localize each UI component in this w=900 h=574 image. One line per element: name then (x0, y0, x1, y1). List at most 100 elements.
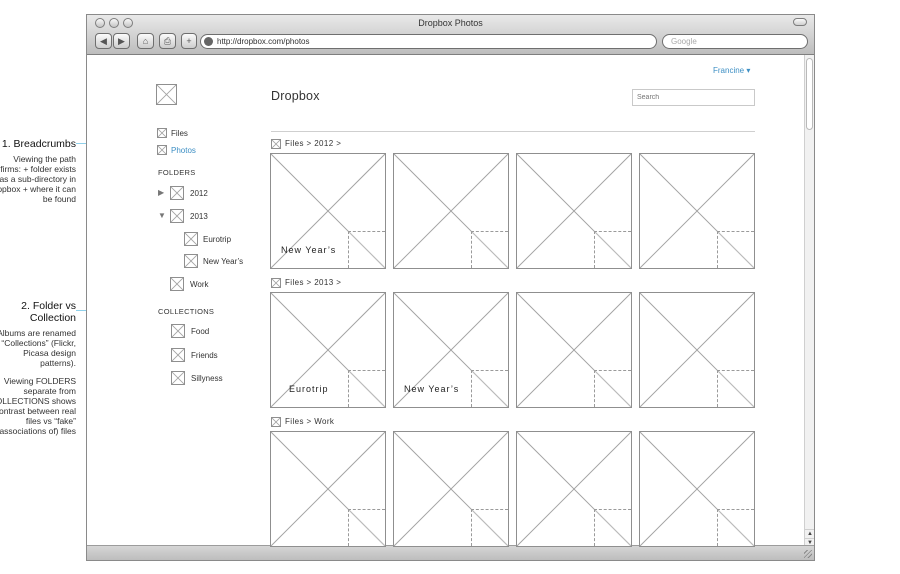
collection-item-food[interactable]: Food (171, 324, 251, 339)
collection-label: Friends (191, 351, 218, 360)
collection-icon (171, 371, 185, 385)
annotation-folder-vs-collection: 2. Folder vs Collection Albums are renam… (0, 300, 76, 444)
status-bar (87, 545, 814, 560)
home-button[interactable]: ⌂ (137, 33, 154, 49)
folder-icon (271, 278, 281, 288)
photo-thumbnail[interactable] (516, 292, 632, 408)
thumbnail-stack-corner (471, 231, 508, 268)
thumbnail-stack-corner (594, 370, 631, 407)
folder-item-2013[interactable]: ▼ 2013 (158, 209, 248, 224)
sidebar-item-label: Photos (171, 146, 196, 155)
annotation-body: Albums are renamed as “Collections” (Fli… (0, 328, 76, 368)
browser-toolbar: Dropbox Photos ◀ ▶ ⌂ ⎙ + http://dropbox.… (87, 15, 814, 55)
thumbnail-label: New Year’s (404, 384, 460, 394)
folder-icon (271, 417, 281, 427)
folder-icon (184, 232, 198, 246)
photos-icon (157, 145, 167, 155)
photo-thumbnail[interactable]: New Year’s (393, 292, 509, 408)
resize-grip-icon[interactable] (804, 550, 812, 558)
collapse-arrow-icon[interactable]: ▼ (158, 211, 166, 221)
thumbnail-stack-corner (348, 370, 385, 407)
breadcrumb[interactable]: Files > 2013 > (271, 278, 391, 289)
print-button[interactable]: ⎙ (159, 33, 176, 49)
collection-icon (171, 324, 185, 338)
breadcrumb[interactable]: Files > Work (271, 417, 391, 428)
photo-thumbnail[interactable] (639, 153, 755, 269)
folder-label: 2012 (190, 189, 208, 198)
folder-item-2012[interactable]: ▶ 2012 (158, 186, 248, 201)
vertical-scrollbar[interactable]: ▲ ▼ (804, 55, 814, 547)
photo-thumbnail[interactable] (639, 431, 755, 547)
photo-thumbnail[interactable] (270, 431, 386, 547)
folder-label: New Year’s (203, 257, 244, 266)
thumbnail-stack-corner (717, 509, 754, 546)
folder-icon (170, 209, 184, 223)
annotation-body: Viewing the path confirms: + folder exis… (0, 154, 76, 204)
back-button[interactable]: ◀ (95, 33, 112, 49)
browser-window: Dropbox Photos ◀ ▶ ⌂ ⎙ + http://dropbox.… (86, 14, 815, 561)
search-input[interactable] (632, 89, 755, 106)
thumbnail-label: Eurotrip (289, 384, 329, 394)
thumbnail-stack-corner (717, 231, 754, 268)
folder-label: 2013 (190, 212, 208, 221)
scroll-up-arrow[interactable]: ▲ (805, 529, 814, 538)
files-icon (157, 128, 167, 138)
thumbnail-stack-corner (717, 370, 754, 407)
forward-button[interactable]: ▶ (113, 33, 130, 49)
folder-label: Eurotrip (203, 235, 232, 244)
photo-thumbnail[interactable]: Eurotrip (270, 292, 386, 408)
thumbnail-label: New Year’s (281, 245, 337, 255)
address-bar[interactable]: http://dropbox.com/photos (200, 34, 657, 49)
globe-icon (204, 37, 213, 46)
folder-label: Work (190, 280, 209, 289)
folder-item-eurotrip[interactable]: Eurotrip (184, 232, 264, 247)
page-title: Dropbox (271, 89, 320, 103)
photo-thumbnail[interactable] (393, 431, 509, 547)
sidebar-item-label: Files (171, 129, 188, 138)
sidebar-item-files[interactable]: Files (157, 128, 217, 139)
breadcrumb[interactable]: Files > 2012 > (271, 139, 391, 150)
thumbnail-stack-corner (348, 509, 385, 546)
browser-search-field[interactable]: Google (662, 34, 808, 49)
collection-label: Food (191, 327, 210, 336)
collections-heading: COLLECTIONS (158, 307, 215, 316)
scroll-thumb[interactable] (806, 58, 813, 130)
thumbnail-stack-corner (594, 231, 631, 268)
folder-icon (184, 254, 198, 268)
user-menu[interactable]: Francine ▾ (713, 66, 750, 75)
collection-item-friends[interactable]: Friends (171, 348, 251, 363)
breadcrumb-path: Files > 2012 > (285, 139, 342, 148)
folder-item-new-years[interactable]: New Year’s (184, 254, 264, 269)
address-text: http://dropbox.com/photos (217, 37, 310, 46)
folder-item-work[interactable]: Work (170, 277, 250, 292)
collection-label: Sillyness (191, 374, 223, 383)
annotation-breadcrumbs: 1. Breadcrumbs Viewing the path confirms… (0, 138, 76, 212)
photo-thumbnail[interactable] (393, 153, 509, 269)
annotation-body: Viewing FOLDERS separate from COLLECTION… (0, 376, 76, 436)
collection-icon (171, 348, 185, 362)
thumbnail-stack-corner (348, 231, 385, 268)
thumbnail-stack-corner (471, 509, 508, 546)
annotation-title: 2. Folder vs Collection (21, 300, 76, 324)
breadcrumb-path: Files > 2013 > (285, 278, 342, 287)
folder-icon (170, 277, 184, 291)
photo-thumbnail[interactable]: New Year’s (270, 153, 386, 269)
photo-thumbnail[interactable] (639, 292, 755, 408)
window-title: Dropbox Photos (418, 18, 483, 28)
header-divider (271, 131, 755, 132)
expand-arrow-icon[interactable]: ▶ (158, 188, 164, 198)
sidebar-item-photos[interactable]: Photos (157, 145, 217, 156)
collection-item-sillyness[interactable]: Sillyness (171, 371, 251, 386)
folders-heading: FOLDERS (158, 168, 196, 177)
thumbnail-stack-corner (594, 509, 631, 546)
photo-thumbnail[interactable] (516, 431, 632, 547)
toolbar-toggle-button[interactable] (793, 18, 807, 26)
folder-icon (170, 186, 184, 200)
breadcrumb-path: Files > Work (285, 417, 335, 426)
logo-placeholder-icon (156, 84, 177, 105)
add-bookmark-button[interactable]: + (181, 33, 197, 49)
thumbnail-stack-corner (471, 370, 508, 407)
folder-icon (271, 139, 281, 149)
annotation-title: 1. Breadcrumbs (1, 138, 76, 150)
photo-thumbnail[interactable] (516, 153, 632, 269)
